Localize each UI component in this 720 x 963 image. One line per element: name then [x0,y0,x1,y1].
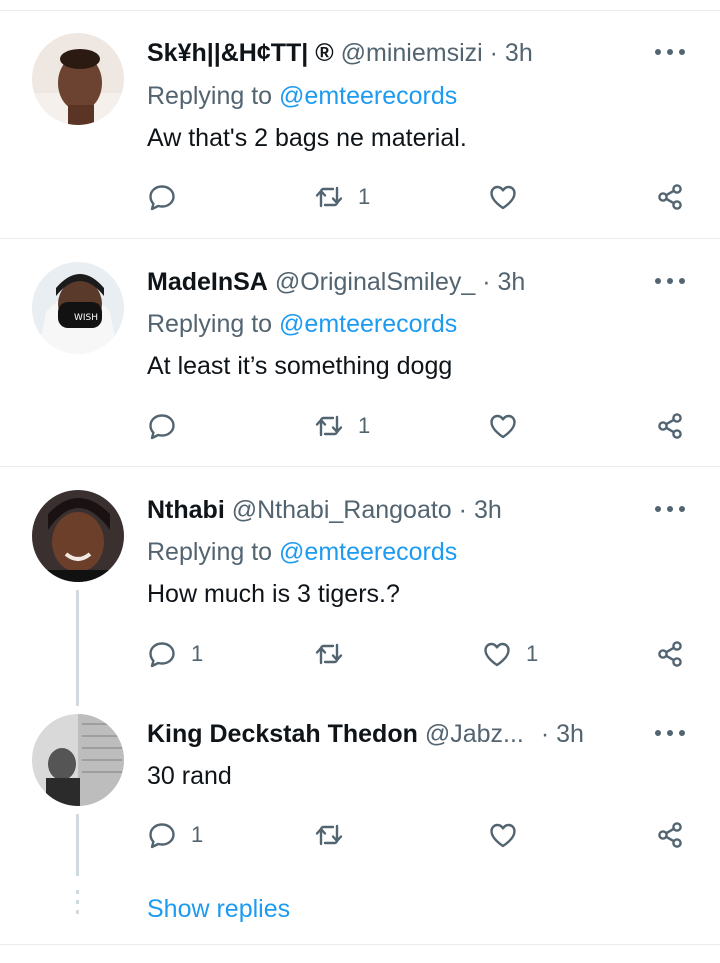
like-button[interactable]: 1 [482,638,538,670]
display-name[interactable]: MadeInSA [147,268,268,296]
separator: · [540,720,550,748]
more-dots-icon [655,506,685,512]
heart-icon [490,185,516,210]
like-button[interactable] [488,410,532,442]
share-button[interactable] [655,181,685,213]
retweet-count: 1 [358,413,371,438]
display-name[interactable]: King Deckstah Thedon [147,720,418,748]
like-button[interactable] [488,819,532,851]
timestamp[interactable]: 3h [474,496,502,524]
avatar[interactable] [32,714,124,806]
retweet-button[interactable]: 1 [314,410,370,442]
heart-icon [484,642,510,667]
like-button[interactable] [488,181,532,213]
replying-to-label: Replying to [147,310,273,338]
replying-to: Replying to @emteerecords [147,81,457,111]
retweet-icon [315,643,343,665]
tweet-1[interactable]: Sk¥h||&H¢TT| ® @miniemsizi · 3h Replying… [0,0,720,238]
avatar-photo-3 [32,490,124,582]
replying-to-label: Replying to [147,82,273,110]
user-handle[interactable]: @OriginalSmiley_ [275,268,475,296]
separator: · [458,496,467,524]
share-icon [658,413,682,439]
share-icon [658,184,682,210]
retweet-icon [315,186,343,208]
reply-count: 1 [191,641,204,666]
more-options-button[interactable] [652,723,688,743]
thread-connector-line [76,814,79,876]
more-dots-icon [655,49,685,55]
separator: · [489,39,498,67]
share-button[interactable] [655,638,685,670]
like-count: 1 [526,641,539,666]
share-button[interactable] [655,819,685,851]
more-dots-icon [655,278,685,284]
reply-bubble-icon [149,185,175,211]
avatar-photo-1 [32,33,124,125]
more-dots-icon [655,730,685,736]
reply-button[interactable]: 1 [147,638,203,670]
share-icon [658,822,682,848]
reply-mention-link[interactable]: @emteerecords [279,310,457,338]
reply-bubble-icon [149,823,175,849]
retweet-button[interactable]: 1 [314,181,370,213]
retweet-icon [315,824,343,846]
retweet-button[interactable] [314,819,358,851]
tweet-text: How much is 3 tigers.? [147,580,400,608]
timestamp[interactable]: 3h [505,39,533,67]
show-replies-link[interactable]: Show replies [147,893,290,925]
bottom-divider [0,944,720,945]
reply-mention-link[interactable]: @emteerecords [279,82,457,110]
replying-to: Replying to @emteerecords [147,537,457,567]
svg-text:WISH: WISH [74,313,98,323]
tweet-4[interactable]: King Deckstah Thedon @Jabz... · 3h 30 ra… [0,692,720,882]
display-name[interactable]: Sk¥h||&H¢TT| ® [147,39,334,67]
tweet-3[interactable]: Nthabi @Nthabi_Rangoato · 3h Replying to… [0,467,720,692]
separator: · [482,268,491,296]
display-name[interactable]: Nthabi [147,496,225,524]
user-handle[interactable]: @Jabz... [425,720,524,748]
share-icon [658,641,682,667]
avatar[interactable] [32,33,124,125]
retweet-button[interactable] [314,638,358,670]
reply-button[interactable] [147,410,191,442]
reply-bubble-icon [149,642,175,668]
reply-button[interactable] [147,181,191,213]
retweet-icon [315,415,343,437]
reply-bubble-icon [149,414,175,440]
tweet-text: At least it’s something dogg [147,352,453,380]
timestamp[interactable]: 3h [498,268,526,296]
reply-mention-link[interactable]: @emteerecords [279,538,457,566]
thread-continuation-dots [76,890,79,920]
reply-button[interactable]: 1 [147,819,203,851]
more-options-button[interactable] [652,499,688,519]
share-button[interactable] [655,410,685,442]
tweet-text: Aw that's 2 bags ne material. [147,124,467,152]
replying-to: Replying to @emteerecords [147,309,457,339]
more-options-button[interactable] [652,271,688,291]
tweet-2[interactable]: WISH MadeInSA @OriginalSmiley_ · 3h Repl… [0,239,720,466]
retweet-count: 1 [358,184,371,209]
avatar-photo-2: WISH [32,262,124,354]
tweet-header: MadeInSA @OriginalSmiley_ · 3h [147,267,525,297]
user-handle[interactable]: @Nthabi_Rangoato [232,496,452,524]
tweet-header: King Deckstah Thedon @Jabz... · 3h [147,719,584,749]
replying-to-label: Replying to [147,538,273,566]
tweet-text: 30 rand [147,762,232,790]
heart-icon [490,823,516,848]
avatar[interactable] [32,490,124,582]
reply-count: 1 [191,822,204,847]
heart-icon [490,414,516,439]
user-handle[interactable]: @miniemsizi [341,39,483,67]
more-options-button[interactable] [652,42,688,62]
avatar[interactable]: WISH [32,262,124,354]
thread-connector-line [76,590,79,706]
tweet-header: Sk¥h||&H¢TT| ® @miniemsizi · 3h [147,38,533,68]
avatar-photo-4 [32,714,124,806]
tweet-header: Nthabi @Nthabi_Rangoato · 3h [147,495,502,525]
timestamp[interactable]: 3h [556,720,584,748]
